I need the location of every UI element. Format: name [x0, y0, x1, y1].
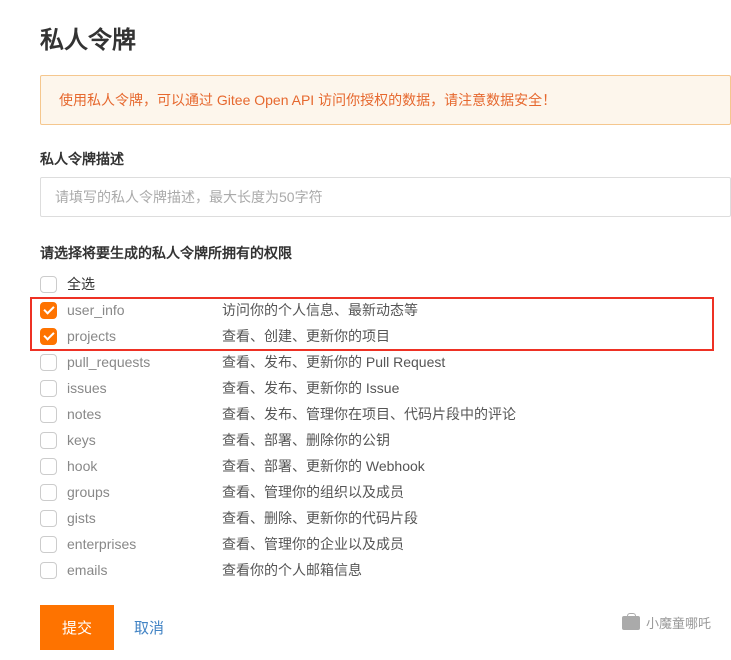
notice-link[interactable]: Gitee Open API — [217, 92, 314, 108]
perm-checkbox-user_info[interactable] — [40, 302, 57, 319]
perm-desc: 查看、发布、管理你在项目、代码片段中的评论 — [222, 404, 516, 424]
perm-key: groups — [67, 484, 222, 500]
perm-checkbox-projects[interactable] — [40, 328, 57, 345]
perm-desc: 查看、管理你的企业以及成员 — [222, 534, 404, 554]
watermark-text: 小魔童哪吒 — [646, 613, 711, 632]
perm-key: gists — [67, 510, 222, 526]
perm-checkbox-hook[interactable] — [40, 458, 57, 475]
perm-row: issues查看、发布、更新你的 Issue — [40, 375, 731, 401]
wechat-icon — [622, 616, 640, 630]
cancel-button[interactable]: 取消 — [134, 617, 164, 638]
perm-key: hook — [67, 458, 222, 474]
perm-key: user_info — [67, 302, 222, 318]
perm-key: notes — [67, 406, 222, 422]
perm-desc: 查看你的个人邮箱信息 — [222, 560, 362, 580]
perm-key: pull_requests — [67, 354, 222, 370]
desc-input[interactable] — [40, 177, 731, 217]
select-all-row: 全选 — [40, 271, 731, 297]
perm-row: groups查看、管理你的组织以及成员 — [40, 479, 731, 505]
notice-suffix: 访问你授权的数据，请注意数据安全！ — [314, 92, 556, 108]
perm-row: notes查看、发布、管理你在项目、代码片段中的评论 — [40, 401, 731, 427]
perm-desc: 查看、发布、更新你的 Issue — [222, 378, 399, 398]
perm-desc: 查看、管理你的组织以及成员 — [222, 482, 404, 502]
perm-desc: 查看、创建、更新你的项目 — [222, 326, 390, 346]
perm-key: enterprises — [67, 536, 222, 552]
perm-row: projects查看、创建、更新你的项目 — [40, 323, 731, 349]
perm-row: enterprises查看、管理你的企业以及成员 — [40, 531, 731, 557]
perm-row: keys查看、部署、删除你的公钥 — [40, 427, 731, 453]
perm-checkbox-keys[interactable] — [40, 432, 57, 449]
perm-label: 请选择将要生成的私人令牌所拥有的权限 — [40, 243, 731, 263]
perm-checkbox-pull_requests[interactable] — [40, 354, 57, 371]
perm-checkbox-emails[interactable] — [40, 562, 57, 579]
perm-row: emails查看你的个人邮箱信息 — [40, 557, 731, 583]
perm-list: 全选 user_info访问你的个人信息、最新动态等projects查看、创建、… — [40, 271, 731, 583]
select-all-label: 全选 — [67, 274, 95, 294]
select-all-checkbox[interactable] — [40, 276, 57, 293]
notice-banner: 使用私人令牌，可以通过 Gitee Open API 访问你授权的数据，请注意数… — [40, 75, 731, 125]
page-title: 私人令牌 — [40, 20, 731, 55]
perm-key: projects — [67, 328, 222, 344]
perm-desc: 查看、删除、更新你的代码片段 — [222, 508, 418, 528]
perm-key: issues — [67, 380, 222, 396]
perm-row: user_info访问你的个人信息、最新动态等 — [40, 297, 731, 323]
perm-desc: 访问你的个人信息、最新动态等 — [222, 300, 418, 320]
perm-desc: 查看、部署、更新你的 Webhook — [222, 456, 425, 476]
perm-key: keys — [67, 432, 222, 448]
perm-checkbox-enterprises[interactable] — [40, 536, 57, 553]
perm-checkbox-issues[interactable] — [40, 380, 57, 397]
notice-prefix: 使用私人令牌，可以通过 — [59, 92, 217, 108]
perm-desc: 查看、发布、更新你的 Pull Request — [222, 352, 445, 372]
perm-key: emails — [67, 562, 222, 578]
perm-checkbox-notes[interactable] — [40, 406, 57, 423]
perm-desc: 查看、部署、删除你的公钥 — [222, 430, 390, 450]
perm-row: pull_requests查看、发布、更新你的 Pull Request — [40, 349, 731, 375]
submit-button[interactable]: 提交 — [40, 605, 114, 650]
perm-row: hook查看、部署、更新你的 Webhook — [40, 453, 731, 479]
perm-checkbox-groups[interactable] — [40, 484, 57, 501]
watermark: 小魔童哪吒 — [622, 613, 711, 632]
desc-label: 私人令牌描述 — [40, 149, 731, 169]
perm-row: gists查看、删除、更新你的代码片段 — [40, 505, 731, 531]
perm-checkbox-gists[interactable] — [40, 510, 57, 527]
